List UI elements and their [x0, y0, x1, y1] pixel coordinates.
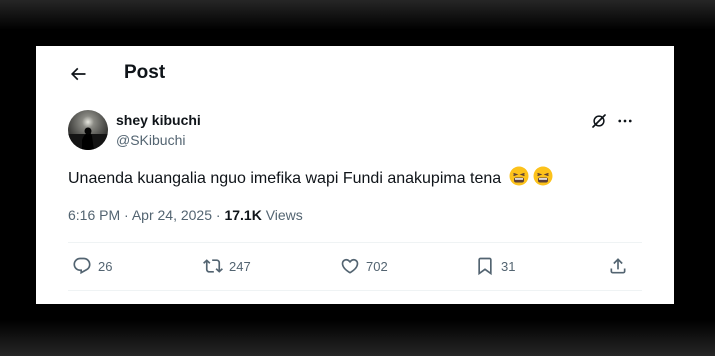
share-icon: [610, 258, 626, 274]
heart-icon: [341, 258, 359, 274]
like-button[interactable]: 702: [340, 254, 388, 278]
divider: [68, 290, 642, 291]
bookmark-button[interactable]: 31: [475, 254, 515, 278]
arrow-left-icon: [70, 67, 86, 81]
avatar-photo: [68, 110, 108, 150]
grok-icon: [592, 114, 606, 128]
repost-count: 247: [229, 258, 251, 274]
views-label: Views: [265, 207, 303, 223]
bookmark-icon: [478, 257, 492, 276]
share-button[interactable]: [608, 254, 628, 278]
author-handle[interactable]: @SKibuchi: [116, 132, 185, 148]
grok-button[interactable]: [588, 110, 610, 132]
tweet-body: Unaenda kuangalia nguo imefika wapi Fund…: [68, 169, 502, 187]
divider: [68, 242, 642, 243]
meta-separator: ·: [215, 207, 221, 223]
back-button[interactable]: [64, 60, 92, 88]
tweet-meta: 6:16 PM · Apr 24, 2025 · 17.1K Views: [68, 207, 303, 223]
page-title: Post: [124, 62, 166, 83]
like-count: 702: [366, 258, 388, 274]
meta-separator: ·: [124, 207, 129, 223]
post-card: Post shey kibuchi @SKibuchi Unaenda kuan…: [36, 46, 674, 304]
post-header: Post: [36, 46, 674, 98]
repost-button[interactable]: 247: [203, 254, 251, 278]
reply-icon: [73, 257, 91, 275]
weary-face-emoji: [509, 166, 529, 191]
bookmark-count: 31: [501, 258, 516, 274]
avatar[interactable]: [68, 110, 108, 150]
reply-button[interactable]: 26: [72, 254, 112, 278]
repost-icon: [203, 259, 223, 273]
tweet-date[interactable]: Apr 24, 2025: [132, 207, 212, 223]
tweet-text: Unaenda kuangalia nguo imefika wapi Fund…: [68, 166, 553, 191]
more-dots-icon: [618, 119, 632, 123]
weary-face-emoji: [533, 166, 553, 191]
reply-count: 26: [98, 258, 113, 274]
tweet-time[interactable]: 6:16 PM: [68, 207, 120, 223]
author-name[interactable]: shey kibuchi: [116, 112, 201, 128]
more-options-button[interactable]: [614, 110, 636, 132]
views-count: 17.1K: [224, 207, 262, 223]
